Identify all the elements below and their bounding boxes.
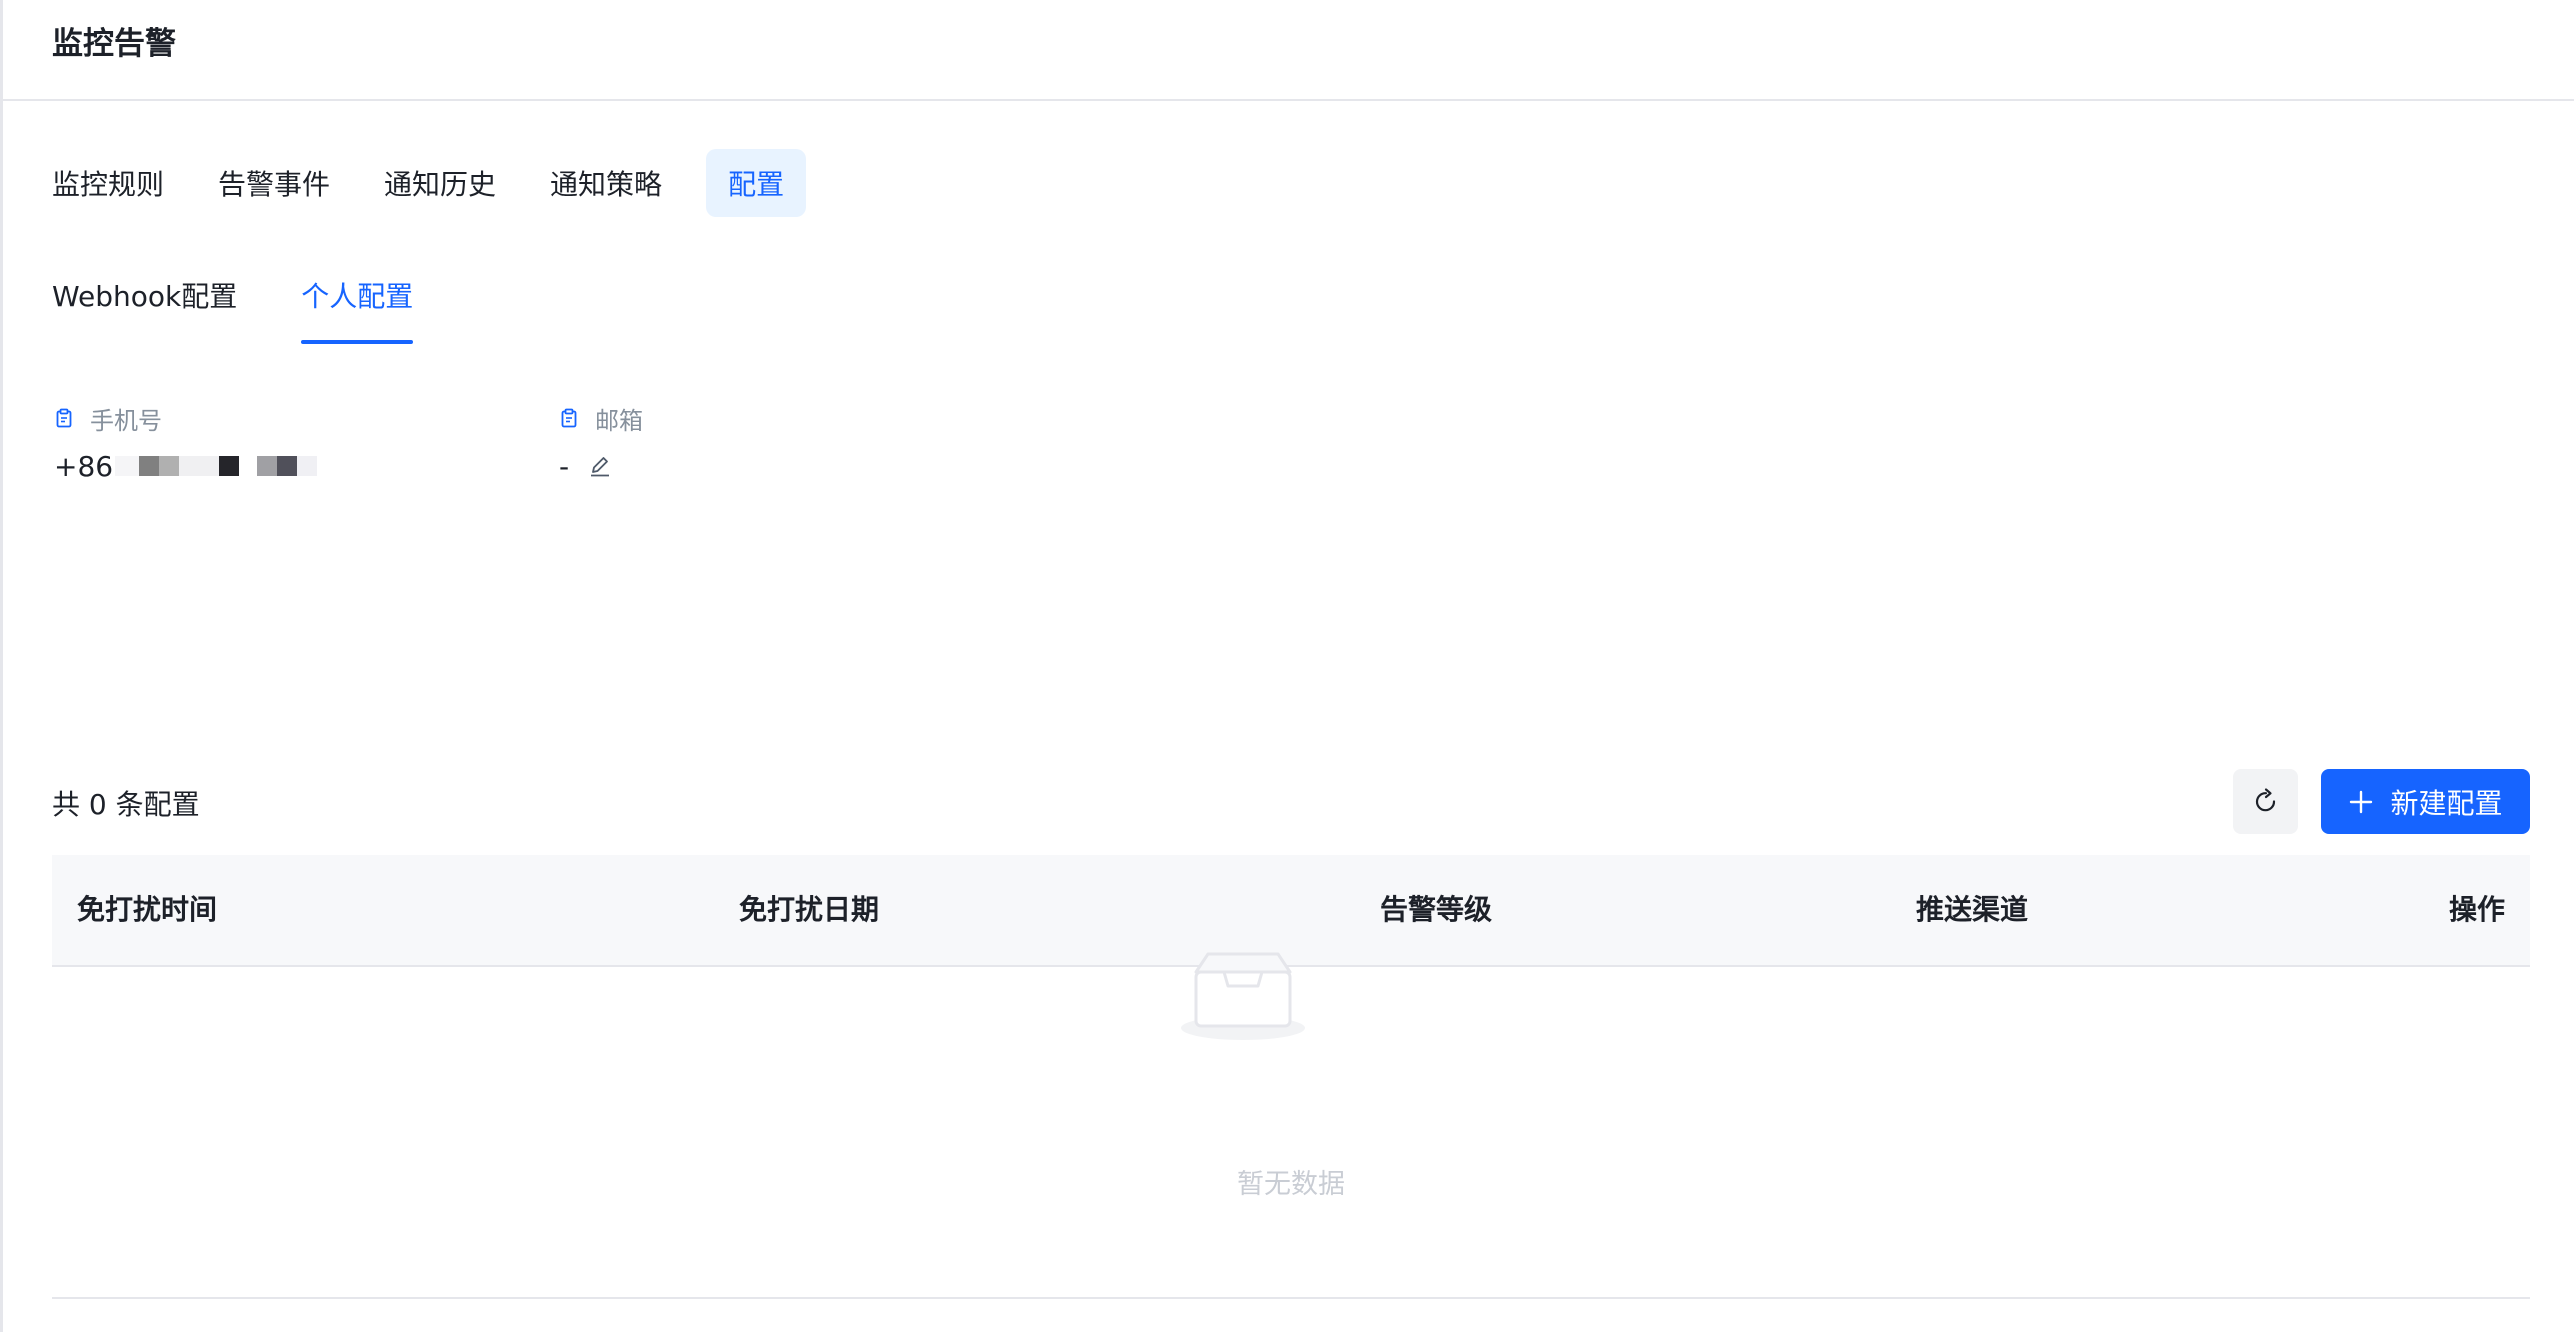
tab-notification-policy[interactable]: 通知策略 bbox=[550, 149, 662, 217]
clipboard-icon bbox=[561, 408, 577, 428]
empty-inbox-icon bbox=[1181, 952, 1305, 1040]
tab-config[interactable]: 配置 bbox=[706, 149, 807, 217]
email-value: - bbox=[559, 449, 570, 483]
config-count: 共 0 条配置 bbox=[52, 788, 200, 821]
phone-label: 手机号 bbox=[90, 406, 162, 435]
subtab-webhook-config[interactable]: Webhook配置 bbox=[52, 270, 237, 344]
new-config-button[interactable]: 新建配置 bbox=[2321, 769, 2530, 834]
tab-monitor-rules[interactable]: 监控规则 bbox=[52, 149, 164, 217]
column-header-push-channel: 推送渠道 bbox=[1916, 893, 2029, 926]
phone-prefix: +86 bbox=[54, 449, 114, 483]
subtab-personal-config[interactable]: 个人配置 bbox=[301, 270, 414, 344]
page-title: 监控告警 bbox=[52, 26, 176, 62]
pencil-icon[interactable] bbox=[587, 453, 613, 479]
phone-field: 手机号 +86 bbox=[54, 401, 318, 483]
email-value-row: - bbox=[559, 449, 643, 483]
clipboard-icon bbox=[56, 408, 72, 428]
column-header-actions: 操作 bbox=[2448, 893, 2505, 926]
phone-masked-digits bbox=[115, 456, 318, 476]
config-table: 免打扰时间 免打扰日期 告警等级 推送渠道 操作 bbox=[52, 855, 2530, 1301]
page-header: 监控告警 bbox=[3, 0, 2574, 101]
new-config-label: 新建配置 bbox=[2390, 786, 2503, 820]
plus-icon bbox=[2350, 790, 2373, 813]
refresh-button[interactable] bbox=[2233, 769, 2298, 834]
page: 监控告警 监控规则 告警事件 通知历史 通知策略 配置 Webhook配置 个人… bbox=[0, 0, 2574, 1332]
empty-text: 暂无数据 bbox=[1237, 1169, 1345, 1200]
column-header-alert-level: 告警等级 bbox=[1380, 893, 1493, 926]
refresh-icon bbox=[2255, 787, 2275, 811]
config-subtabs: Webhook配置 个人配置 bbox=[52, 270, 477, 344]
column-header-dnd-time: 免打扰时间 bbox=[77, 893, 218, 926]
email-field: 邮箱 - bbox=[559, 401, 643, 483]
main-tabs: 监控规则 告警事件 通知历史 通知策略 配置 bbox=[52, 149, 860, 217]
email-label: 邮箱 bbox=[595, 406, 643, 435]
phone-value: +86 bbox=[54, 449, 318, 483]
column-header-dnd-date: 免打扰日期 bbox=[739, 893, 880, 926]
tab-notification-history[interactable]: 通知历史 bbox=[384, 149, 496, 217]
tab-alert-events[interactable]: 告警事件 bbox=[218, 149, 330, 217]
